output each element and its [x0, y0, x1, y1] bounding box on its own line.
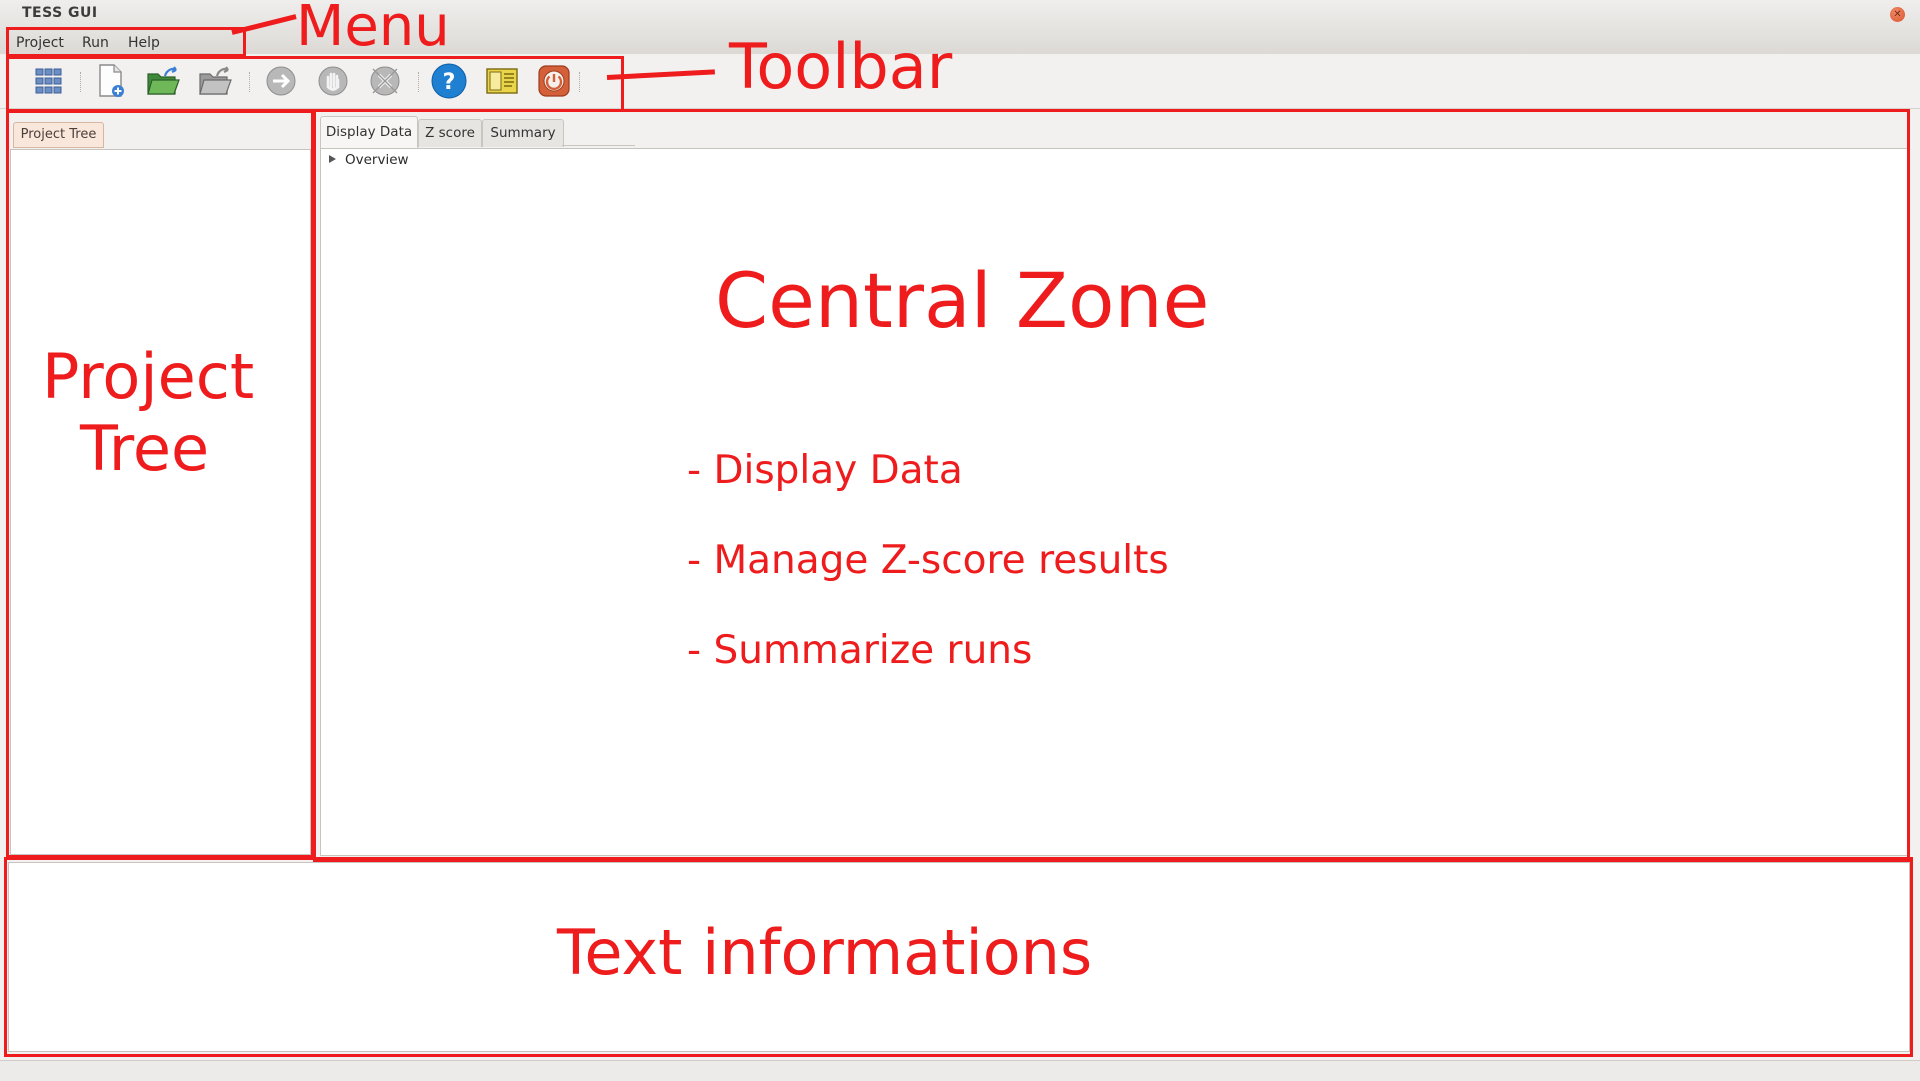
annotation-toolbar-label: Toolbar — [729, 30, 953, 103]
annotation-bullet-zscore: - Manage Z-score results — [687, 538, 1169, 583]
annotation-menu-label: Menu — [296, 0, 450, 59]
close-icon: ✕ — [1893, 9, 1902, 20]
title-bar — [0, 0, 1920, 27]
annotation-menu-box — [6, 27, 246, 57]
close-window-button[interactable]: ✕ — [1890, 7, 1905, 22]
annotation-central-zone-box — [313, 109, 1910, 862]
menu-bar — [0, 27, 1920, 54]
annotation-toolbar-box — [6, 56, 624, 112]
annotation-bullet-summarize: - Summarize runs — [687, 628, 1033, 673]
annotation-bullet-display-data: - Display Data — [687, 448, 963, 493]
annotation-project-label-line1: Project — [42, 340, 255, 413]
annotation-text-info-label: Text informations — [557, 916, 1093, 989]
window-title: TESS GUI — [22, 5, 98, 21]
status-bar — [0, 1060, 1920, 1081]
annotation-central-zone-label: Central Zone — [715, 256, 1210, 345]
annotation-project-label-line2: Tree — [80, 412, 210, 485]
